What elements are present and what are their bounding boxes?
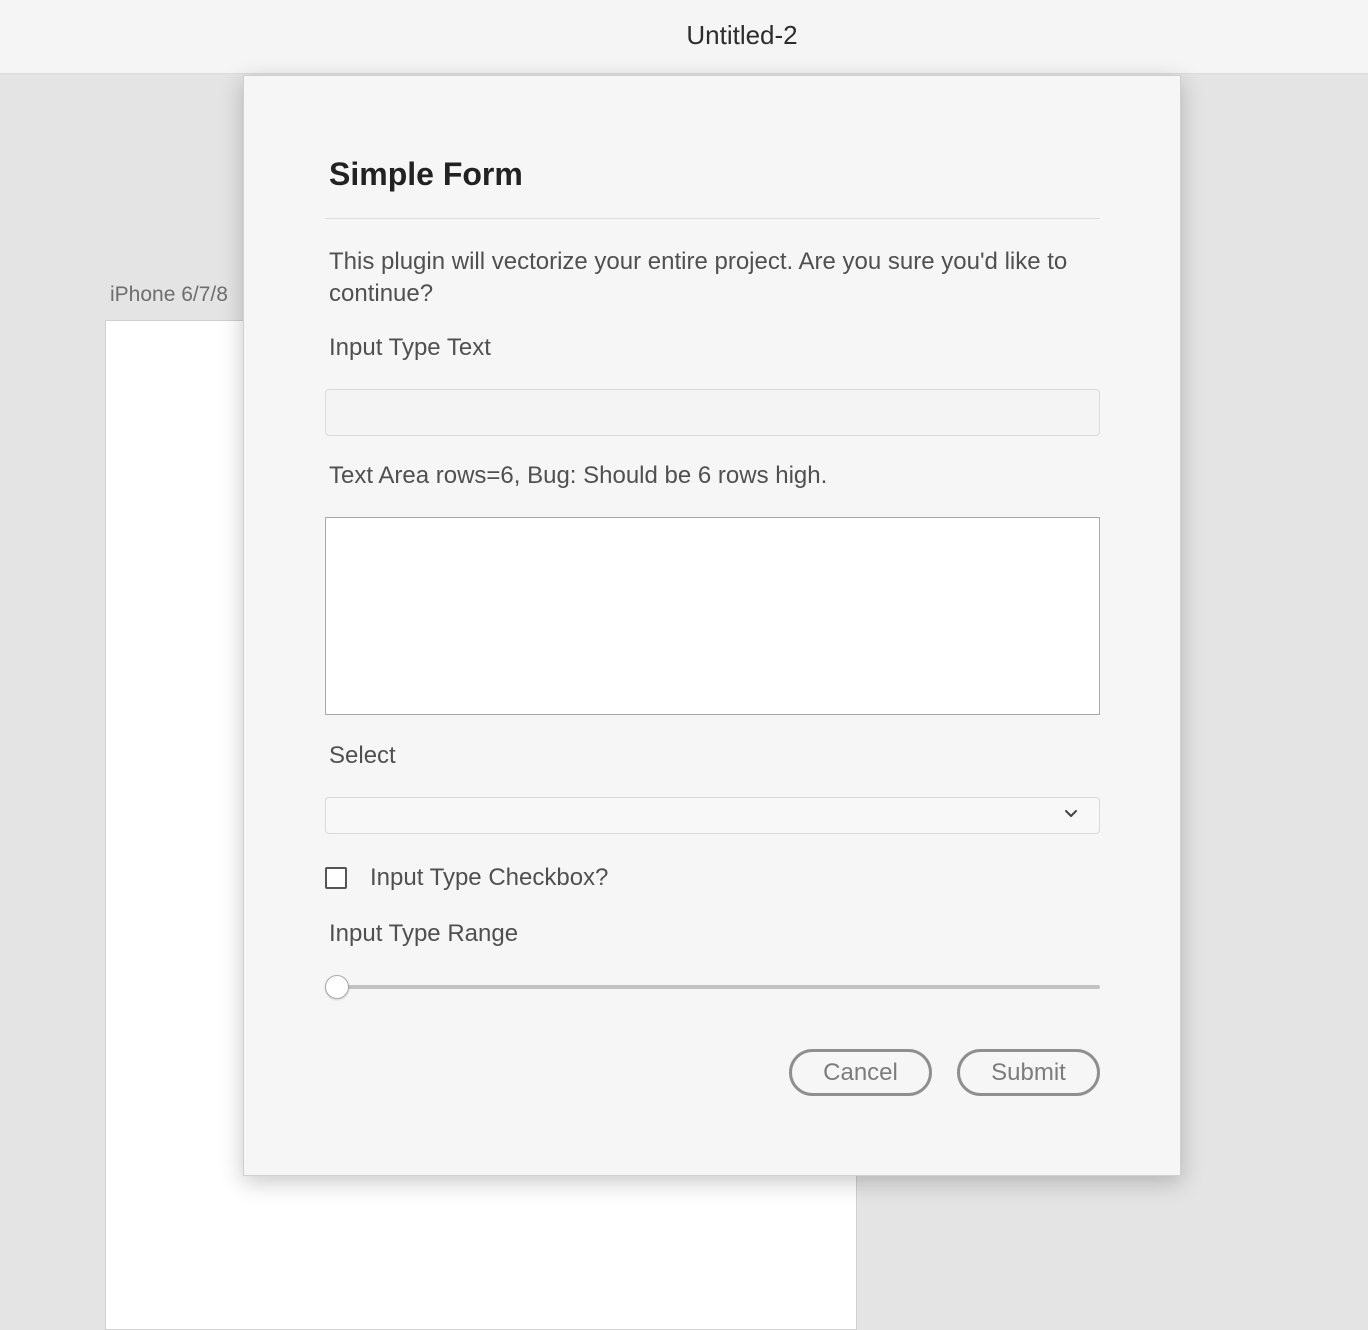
text-input-label: Input Type Text <box>329 334 491 361</box>
select-dropdown[interactable] <box>325 797 1100 834</box>
range-label: Input Type Range <box>329 920 519 947</box>
window-title: Untitled-2 <box>686 20 798 50</box>
textarea-label: Text Area rows=6, Bug: Should be 6 rows … <box>329 462 828 489</box>
artboard-label[interactable]: iPhone 6/7/8 <box>110 283 228 307</box>
title-bar: Untitled-2 <box>0 0 1368 74</box>
checkbox[interactable] <box>325 867 347 889</box>
range-track[interactable] <box>325 985 1100 989</box>
plugin-dialog: Simple Form This plugin will vectorize y… <box>243 75 1181 1176</box>
checkbox-label[interactable]: Input Type Checkbox? <box>370 864 608 892</box>
dialog-description: This plugin will vectorize your entire p… <box>329 248 1068 307</box>
textarea-input[interactable] <box>325 517 1100 715</box>
cancel-button[interactable]: Cancel <box>789 1049 932 1096</box>
chevron-down-icon <box>1065 810 1077 817</box>
submit-button[interactable]: Submit <box>957 1049 1100 1096</box>
text-input[interactable] <box>325 389 1100 436</box>
title-divider <box>325 218 1100 219</box>
select-label: Select <box>329 742 396 769</box>
dialog-title: Simple Form <box>329 156 523 192</box>
range-thumb[interactable] <box>325 975 349 999</box>
